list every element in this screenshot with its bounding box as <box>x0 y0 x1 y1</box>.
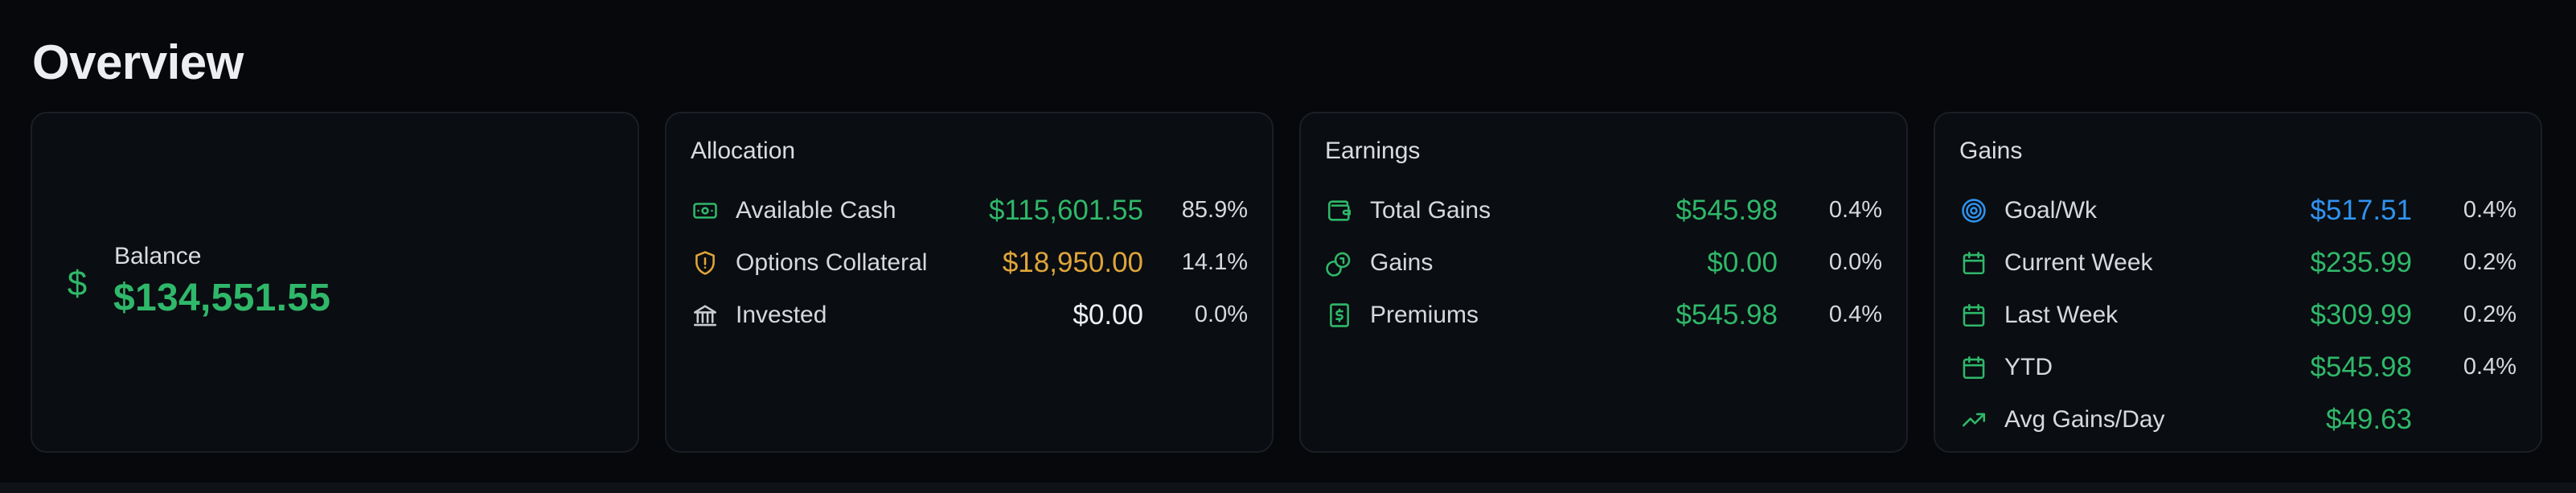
earnings-pct: 0.4% <box>1828 197 1882 223</box>
allocation-pct: 14.1% <box>1181 249 1248 275</box>
allocation-label: Options Collateral <box>736 249 928 276</box>
earnings-label: Premiums <box>1370 301 1479 328</box>
gains-pct: 0.4% <box>2463 197 2517 223</box>
gains-row-goal-wk: Goal/Wk $517.51 0.4% <box>1959 184 2517 236</box>
balance-value: $134,551.55 <box>113 277 331 319</box>
gains-row-avg-gains-day: Avg Gains/Day $49.63 <box>1959 393 2517 446</box>
earnings-label: Total Gains <box>1370 196 1491 224</box>
calendar-icon <box>1959 249 1988 277</box>
page-title: Overview <box>32 35 244 89</box>
gains-title: Gains <box>1959 138 2023 164</box>
earnings-pct: 0.4% <box>1828 302 1882 327</box>
earnings-title: Earnings <box>1325 138 1421 164</box>
allocation-pct: 85.9% <box>1181 197 1248 223</box>
gains-row-last-week: Last Week $309.99 0.2% <box>1959 289 2517 341</box>
trend-up-icon <box>1959 405 1988 434</box>
gains-pct: 0.2% <box>2463 302 2517 327</box>
overview-cards: $ Balance $134,551.55 Allocation Availab… <box>31 112 2542 453</box>
receipt-icon <box>1325 301 1354 330</box>
calendar-icon <box>1959 353 1988 382</box>
gains-label: Goal/Wk <box>2004 196 2098 224</box>
gains-value: $235.99 <box>2310 246 2412 278</box>
allocation-label: Available Cash <box>736 196 896 224</box>
gains-value: $49.63 <box>2325 403 2412 435</box>
earnings-label: Gains <box>1370 249 1434 276</box>
bank-icon <box>691 301 720 330</box>
allocation-label: Invested <box>736 301 827 328</box>
earnings-card: Earnings Total Gains $545.98 0.4% Gains … <box>1299 112 1908 453</box>
gains-pct: 0.2% <box>2463 249 2517 275</box>
allocation-title: Allocation <box>691 138 796 164</box>
balance-label: Balance <box>114 243 202 269</box>
allocation-value: $115,601.55 <box>988 194 1143 226</box>
shield-icon <box>691 249 720 277</box>
calendar-icon <box>1959 301 1988 330</box>
gains-row-ytd: YTD $545.98 0.4% <box>1959 341 2517 393</box>
gains-value: $517.51 <box>2310 194 2412 226</box>
gains-label: YTD <box>2004 353 2053 380</box>
gains-label: Last Week <box>2004 301 2119 328</box>
earnings-value: $545.98 <box>1676 194 1778 226</box>
gains-pct: 0.4% <box>2463 354 2517 380</box>
allocation-row-options-collateral: Options Collateral $18,950.00 14.1% <box>691 236 1248 289</box>
allocation-value: $18,950.00 <box>1002 246 1143 278</box>
balance-card: $ Balance $134,551.55 <box>31 112 639 453</box>
allocation-value: $0.00 <box>1073 298 1143 331</box>
section-divider <box>0 483 2576 493</box>
allocation-row-available-cash: Available Cash $115,601.55 85.9% <box>691 184 1248 236</box>
gains-value: $545.98 <box>2310 351 2412 383</box>
gains-value: $309.99 <box>2310 298 2412 331</box>
target-icon <box>1959 196 1988 225</box>
earnings-row-total-gains: Total Gains $545.98 0.4% <box>1325 184 1882 236</box>
dollar-icon: $ <box>67 264 88 303</box>
wallet-icon <box>1325 196 1354 225</box>
earnings-pct: 0.0% <box>1828 249 1882 275</box>
gains-card: Gains Goal/Wk $517.51 0.4% Current Week … <box>1934 112 2542 453</box>
earnings-value: $0.00 <box>1707 246 1778 278</box>
earnings-row-gains: Gains $0.00 0.0% <box>1325 236 1882 289</box>
cash-icon <box>691 196 720 225</box>
gains-row-current-week: Current Week $235.99 0.2% <box>1959 236 2517 289</box>
allocation-pct: 0.0% <box>1194 302 1248 327</box>
allocation-card: Allocation Available Cash $115,601.55 85… <box>665 112 1274 453</box>
coins-icon <box>1325 249 1354 277</box>
gains-label: Current Week <box>2004 249 2153 276</box>
earnings-value: $545.98 <box>1676 298 1778 331</box>
gains-label: Avg Gains/Day <box>2004 405 2165 433</box>
allocation-row-invested: Invested $0.00 0.0% <box>691 289 1248 341</box>
earnings-row-premiums: Premiums $545.98 0.4% <box>1325 289 1882 341</box>
